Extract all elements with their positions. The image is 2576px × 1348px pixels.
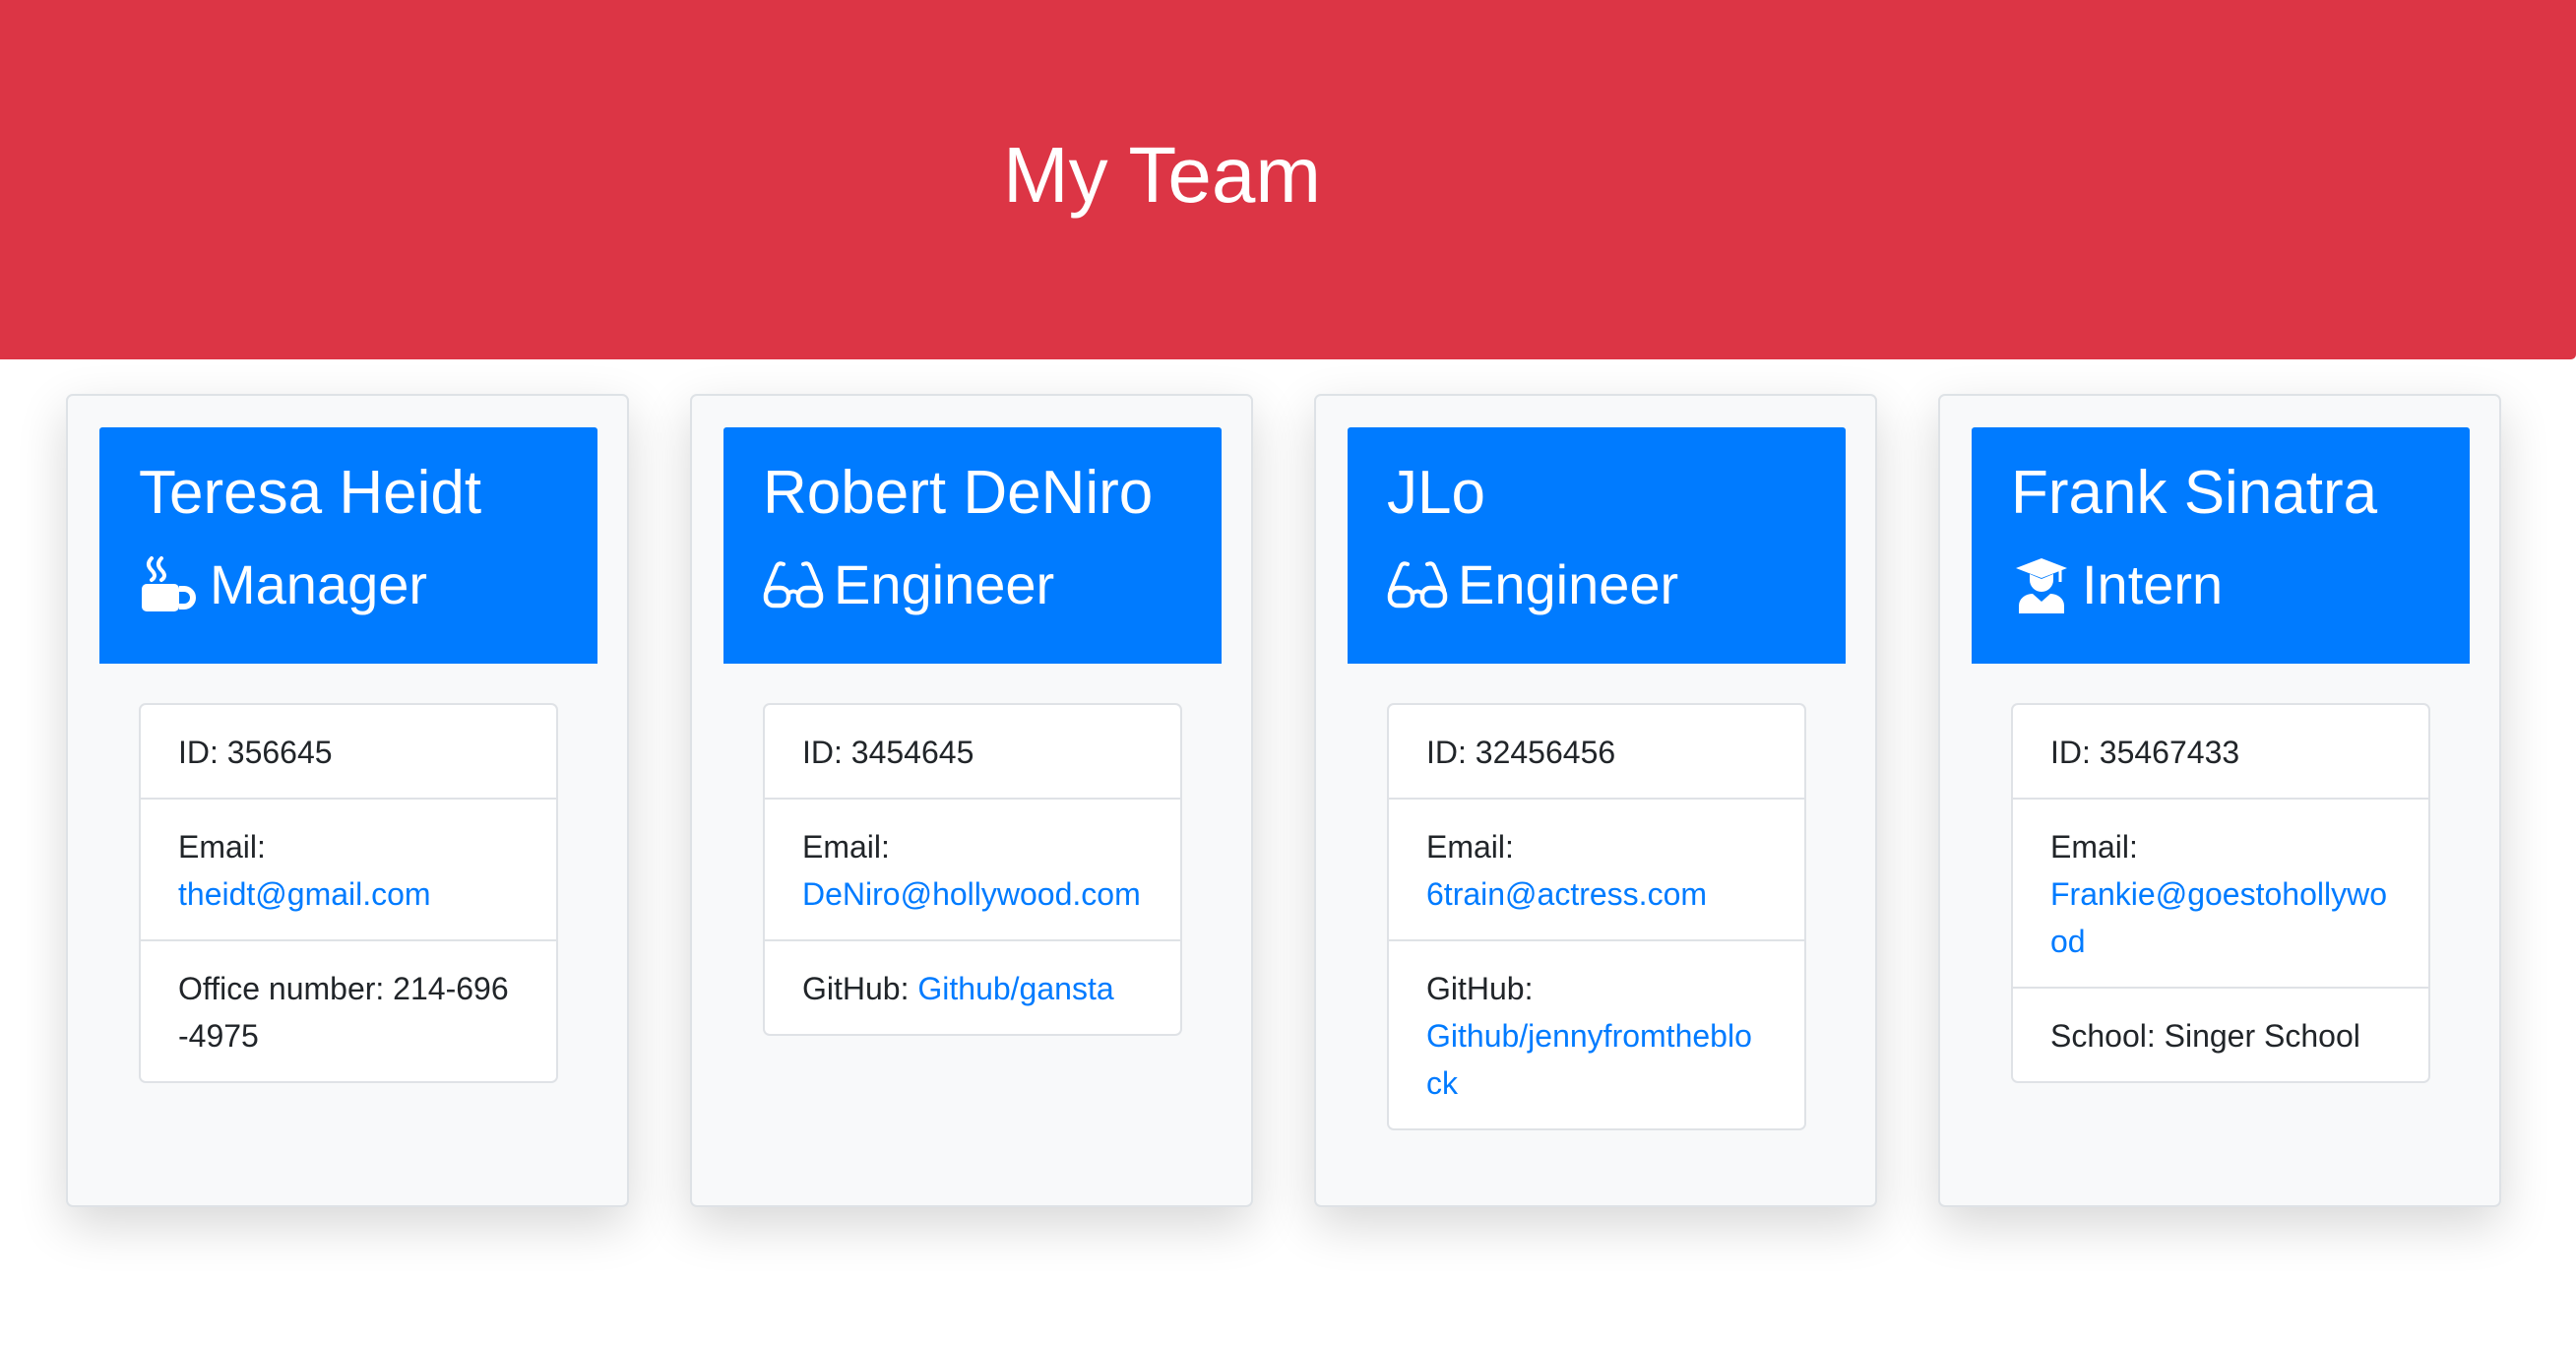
- employee-role-label: Engineer: [834, 553, 1055, 615]
- team-header: My Team: [0, 0, 2576, 359]
- github-link[interactable]: Github/gansta: [917, 971, 1113, 1006]
- employee-details-list: ID: 35467433 Email: Frankie@goestohollyw…: [2011, 703, 2430, 1083]
- employee-email-item: Email: 6train@actress.com: [1389, 798, 1804, 939]
- employee-id: ID: 35467433: [2050, 735, 2240, 770]
- card-header: JLo Engineer: [1348, 427, 1846, 664]
- employee-name: Frank Sinatra: [2011, 459, 2378, 527]
- employee-email-item: Email: theidt@gmail.com: [141, 798, 556, 939]
- glasses-icon: [1387, 555, 1448, 614]
- employee-name: JLo: [1387, 459, 1485, 527]
- email-label: Email:: [2050, 829, 2138, 865]
- employee-role-label: Manager: [210, 553, 428, 615]
- github-label: GitHub:: [802, 971, 918, 1006]
- employee-details-list: ID: 356645 Email: theidt@gmail.com Offic…: [139, 703, 558, 1083]
- school-item: School: Singer School: [2013, 987, 2428, 1081]
- coffee-mug-icon: [139, 555, 200, 614]
- email-label: Email:: [178, 829, 266, 865]
- email-link[interactable]: Frankie@goestohollywood: [2050, 876, 2387, 959]
- email-link[interactable]: DeNiro@hollywood.com: [802, 876, 1141, 912]
- employee-role-label: Intern: [2082, 553, 2224, 615]
- office-number: Office number: 214-696-4975: [141, 939, 556, 1081]
- employee-role-label: Engineer: [1458, 553, 1679, 615]
- card-header: Robert DeNiro Engineer: [723, 427, 1222, 664]
- employee-email-item: Email: Frankie@goestohollywood: [2013, 798, 2428, 987]
- employee-card-manager: Teresa Heidt Manager ID: 356645 Email: t…: [66, 394, 629, 1207]
- email-label: Email:: [802, 829, 890, 865]
- glasses-icon: [763, 555, 824, 614]
- employee-details-list: ID: 3454645 Email: DeNiro@hollywood.com …: [763, 703, 1182, 1036]
- email-label: Email:: [1426, 829, 1514, 865]
- github-label: GitHub:: [1426, 971, 1534, 1006]
- employee-role: Intern: [2011, 547, 2223, 622]
- employee-name: Teresa Heidt: [139, 459, 482, 527]
- github-link[interactable]: Github/jennyfromtheblock: [1426, 1018, 1752, 1101]
- card-header: Frank Sinatra Intern: [1972, 427, 2470, 664]
- employee-card-engineer: JLo Engineer ID: 32456456 Email: 6train@…: [1314, 394, 1877, 1207]
- employee-details-list: ID: 32456456 Email: 6train@actress.com G…: [1387, 703, 1806, 1130]
- card-header: Teresa Heidt Manager: [99, 427, 597, 664]
- employee-role: Engineer: [763, 547, 1054, 622]
- employee-card-engineer: Robert DeNiro Engineer ID: 3454645 Email…: [690, 394, 1253, 1207]
- email-link[interactable]: 6train@actress.com: [1426, 876, 1707, 912]
- employee-id: ID: 32456456: [1426, 735, 1616, 770]
- graduate-icon: [2011, 555, 2072, 614]
- employee-role: Manager: [139, 547, 427, 622]
- page-title: My Team: [1003, 131, 1322, 219]
- employee-email-item: Email: DeNiro@hollywood.com: [765, 798, 1180, 939]
- employee-id: ID: 3454645: [802, 735, 974, 770]
- github-item: GitHub: Github/gansta: [765, 939, 1180, 1034]
- employee-id: ID: 356645: [178, 735, 333, 770]
- employee-role: Engineer: [1387, 547, 1678, 622]
- email-link[interactable]: theidt@gmail.com: [178, 876, 431, 912]
- employee-name: Robert DeNiro: [763, 459, 1154, 527]
- employee-card-intern: Frank Sinatra Intern ID: 35467433 Email:…: [1938, 394, 2501, 1207]
- github-item: GitHub: Github/jennyfromtheblock: [1389, 939, 1804, 1128]
